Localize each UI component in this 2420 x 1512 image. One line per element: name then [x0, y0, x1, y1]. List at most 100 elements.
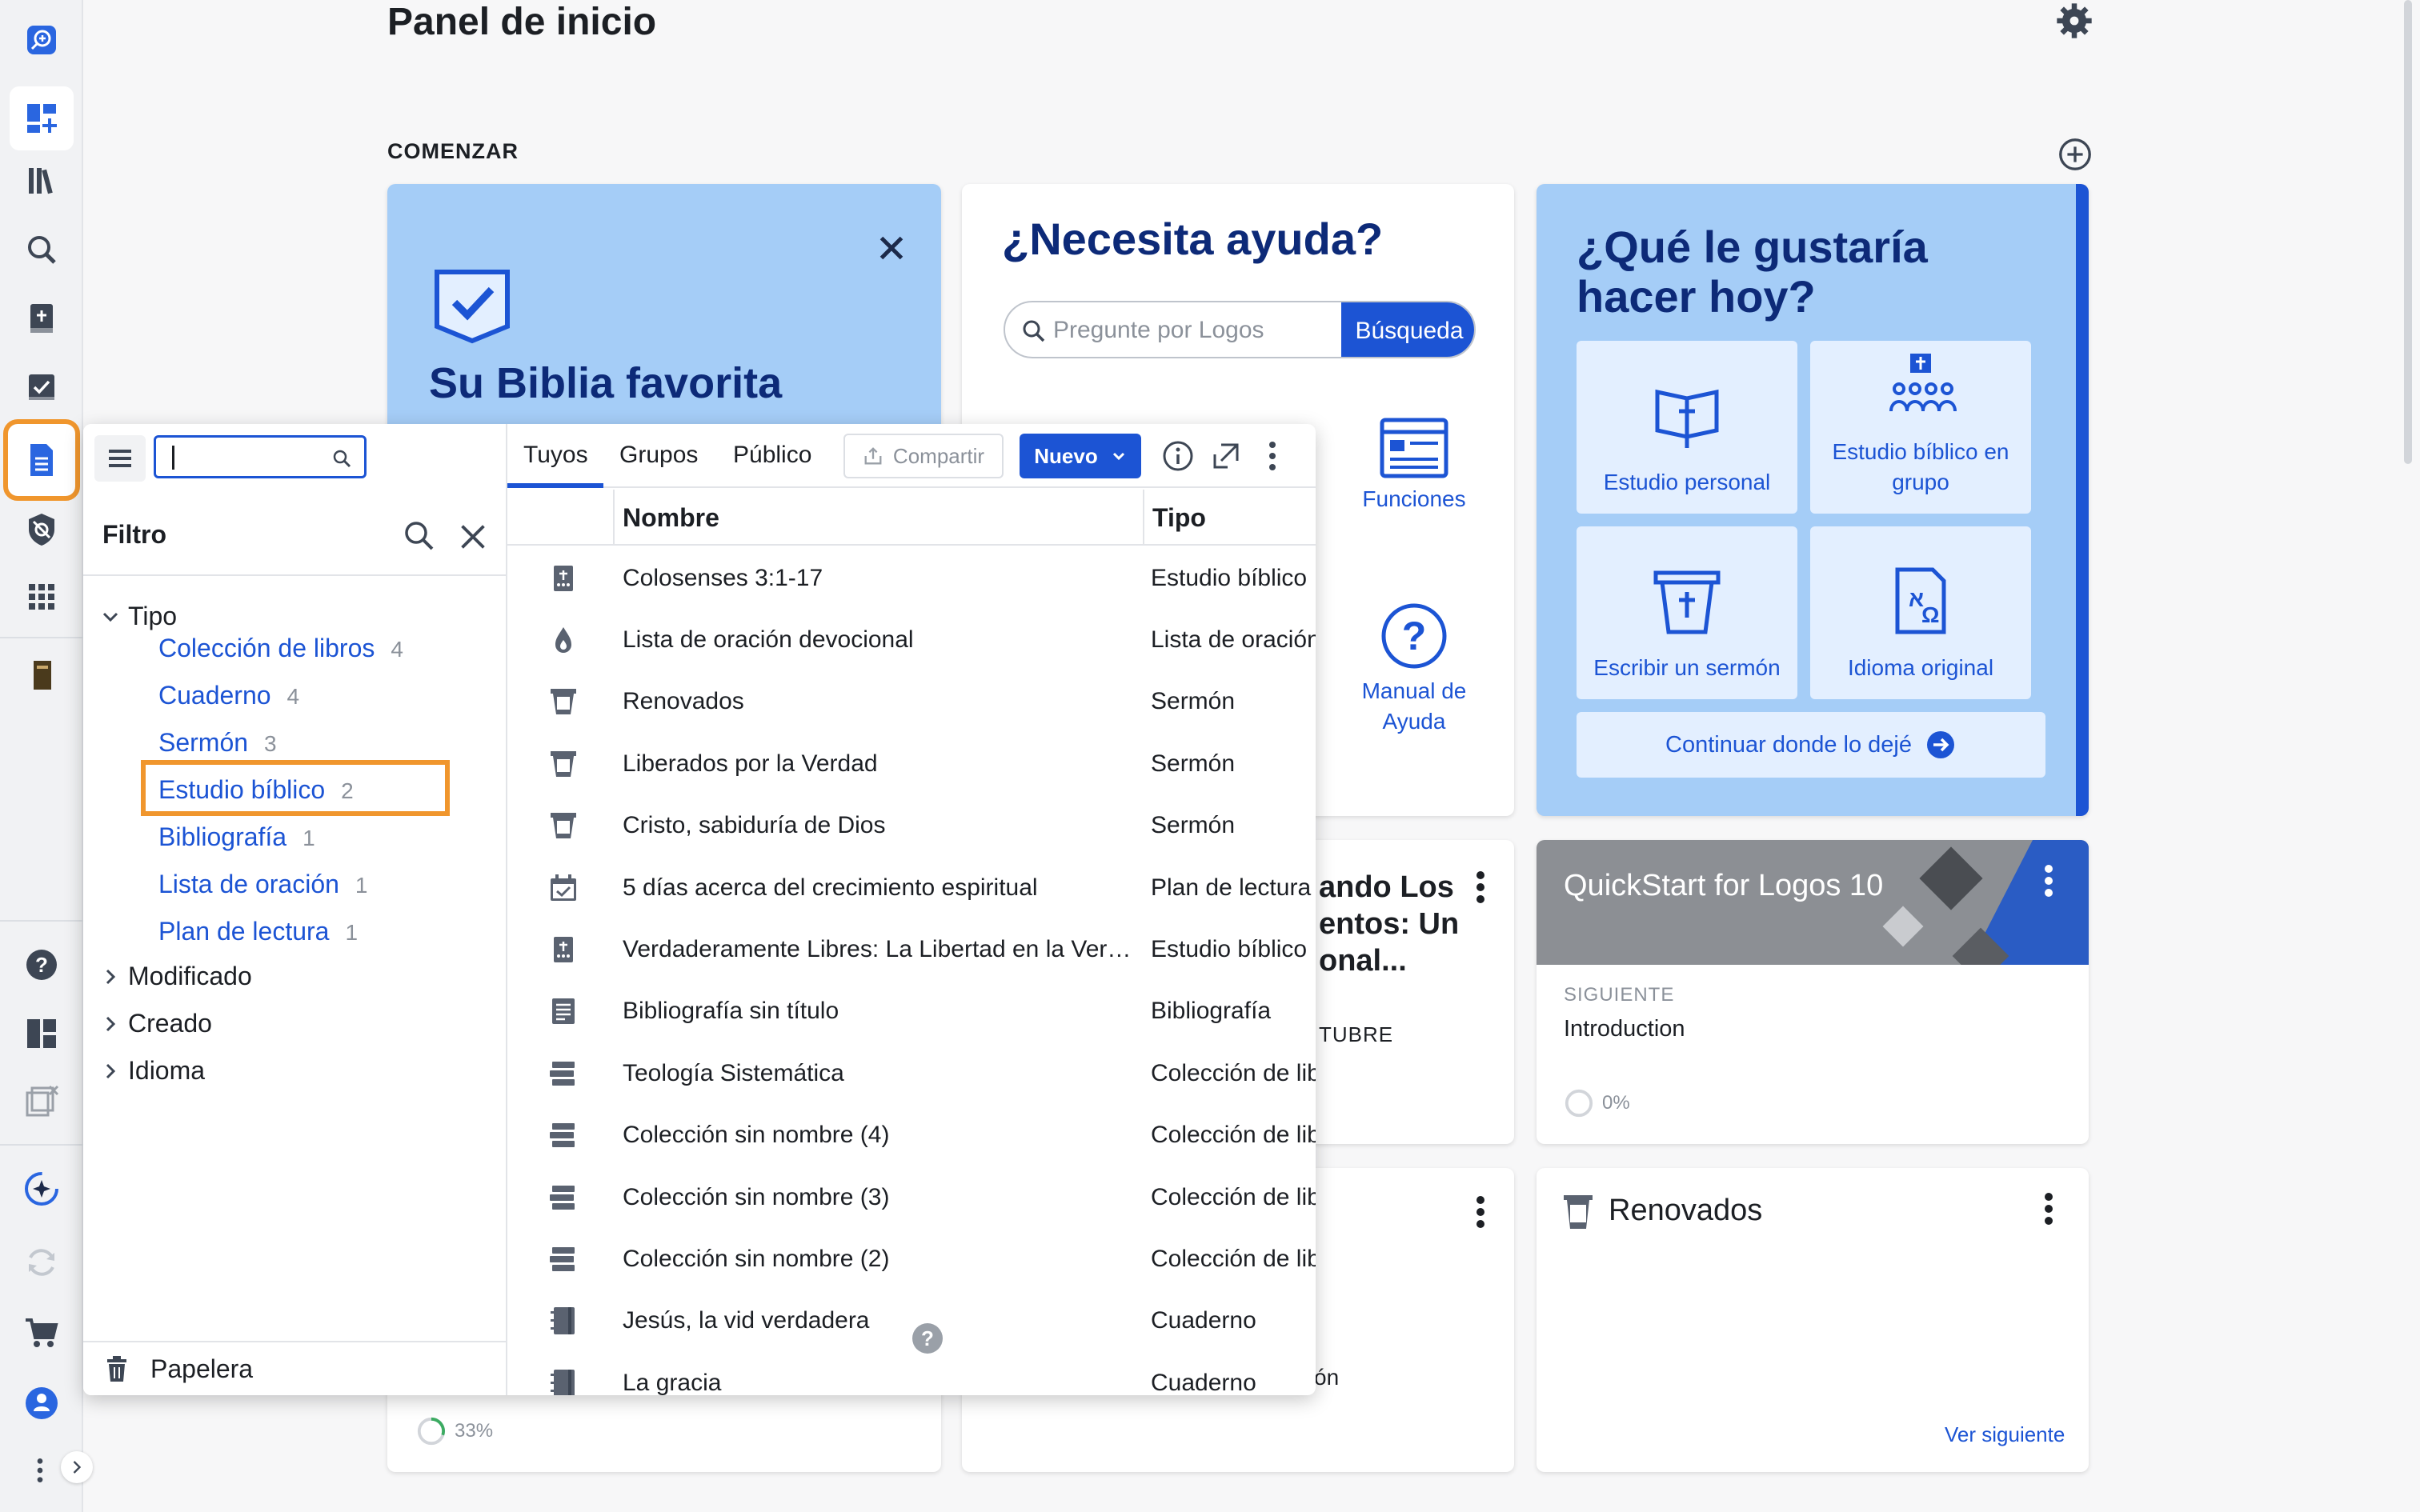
- gear-icon[interactable]: [2053, 0, 2095, 42]
- tile-label: Estudio bíblico en grupo: [1832, 439, 2009, 494]
- group-study-icon: [1889, 354, 1957, 412]
- close-icon[interactable]: [867, 224, 916, 272]
- row-type: Estudio bíblico: [1151, 564, 1308, 591]
- table-row[interactable]: Colección sin nombre (3) Colección de lib: [507, 1166, 1316, 1228]
- tree-group-modificado[interactable]: Modificado: [98, 962, 252, 991]
- bible-add-icon[interactable]: [18, 294, 66, 342]
- progress-indicator: 33%: [416, 1416, 493, 1446]
- row-type: Bibliografía: [1151, 998, 1272, 1025]
- info-icon[interactable]: [1159, 437, 1197, 475]
- dashboard-icon[interactable]: [10, 86, 74, 150]
- table-row[interactable]: Lista de oración devocional Lista de orac…: [507, 609, 1316, 670]
- filter-type-item[interactable]: Sermón 3: [158, 728, 277, 758]
- sync-icon[interactable]: [18, 1238, 66, 1286]
- table-row[interactable]: Jesús, la vid verdadera Cuaderno: [507, 1290, 1316, 1352]
- search-icon[interactable]: [18, 226, 66, 274]
- table-row[interactable]: Teología Sistemática Colección de lib: [507, 1042, 1316, 1104]
- tab-tuyos[interactable]: Tuyos: [523, 442, 588, 469]
- share-button[interactable]: Compartir: [843, 434, 1004, 478]
- filter-type-item[interactable]: Cuaderno 4: [158, 681, 299, 710]
- table-row[interactable]: Colección sin nombre (4) Colección de lib: [507, 1105, 1316, 1166]
- trash-label: Papelera: [150, 1354, 254, 1383]
- collection-icon: [547, 1243, 579, 1275]
- quickstart-card[interactable]: QuickStart for Logos 10 SIGUIENTE Introd…: [1537, 840, 2089, 1144]
- table-row[interactable]: 5 días acerca del crecimiento espiritual…: [507, 857, 1316, 918]
- features-link[interactable]: Funciones: [1338, 416, 1490, 514]
- tree-group-label: Tipo: [128, 602, 178, 630]
- search-icon: [332, 449, 351, 468]
- documents-search-input[interactable]: [154, 435, 367, 478]
- row-type: Cuaderno: [1151, 1369, 1256, 1395]
- see-next-link[interactable]: Ver siguiente: [1945, 1422, 2065, 1447]
- documents-toolbar: Tuyos Grupos Público Compartir Nuevo: [507, 424, 1316, 488]
- book-icon[interactable]: [18, 651, 66, 699]
- more-icon[interactable]: [1260, 437, 1285, 475]
- sermon-icon: [547, 748, 579, 780]
- user-icon[interactable]: [18, 1379, 66, 1427]
- filter-type-item[interactable]: Lista de oración 1: [158, 870, 368, 899]
- tree-group-tipo[interactable]: Tipo: [98, 602, 177, 631]
- tab-grupos[interactable]: Grupos: [619, 442, 698, 469]
- apps-grid-icon[interactable]: [18, 573, 66, 621]
- row-type: Sermón: [1151, 750, 1236, 777]
- table-row[interactable]: Colección sin nombre (2) Colección de lib: [507, 1228, 1316, 1290]
- table-row[interactable]: Cristo, sabiduría de Dios Sermón: [507, 795, 1316, 857]
- search-books-icon[interactable]: [18, 16, 66, 64]
- new-button[interactable]: Nuevo: [1020, 434, 1141, 478]
- help-icon[interactable]: ?: [18, 941, 66, 989]
- page-scrollbar[interactable]: [2404, 0, 2412, 464]
- new-label: Nuevo: [1034, 443, 1098, 468]
- personal-study-tile[interactable]: Estudio personal: [1577, 341, 1797, 514]
- question-bubble-icon[interactable]: ?: [912, 1323, 943, 1354]
- close-icon[interactable]: [455, 518, 491, 555]
- more-icon[interactable]: [1464, 867, 1496, 907]
- tree-group-creado[interactable]: Creado: [98, 1009, 212, 1038]
- tab-publico[interactable]: Público: [733, 442, 811, 469]
- filter-pane: Filtro Tipo Colección de libros 4 Cuadern…: [83, 424, 507, 1395]
- filter-type-count: 1: [355, 873, 368, 898]
- help-search-button[interactable]: Búsqueda: [1341, 302, 1474, 357]
- table-row[interactable]: La gracia Cuaderno: [507, 1352, 1316, 1395]
- library-icon[interactable]: [18, 157, 66, 205]
- filter-type-item[interactable]: Plan de lectura 1: [158, 917, 358, 946]
- expand-icon[interactable]: [61, 1451, 93, 1483]
- original-language-tile[interactable]: אΩ Idioma original: [1810, 526, 2031, 699]
- documents-icon[interactable]: [3, 419, 80, 501]
- table-row[interactable]: Liberados por la Verdad Sermón: [507, 733, 1316, 794]
- help-search-box: Pregunte por Logos Búsqueda: [1004, 301, 1476, 358]
- clipboard-close-icon[interactable]: [18, 1077, 66, 1125]
- more-icon[interactable]: [1464, 1192, 1496, 1232]
- more-icon[interactable]: [24, 1446, 56, 1494]
- column-header-type[interactable]: Tipo: [1144, 490, 1316, 546]
- shield-icon[interactable]: [18, 506, 66, 554]
- popout-icon[interactable]: [1207, 437, 1245, 475]
- write-sermon-tile[interactable]: Escribir un sermón: [1577, 526, 1797, 699]
- help-manual-link[interactable]: ? Manual de Ayuda: [1338, 600, 1490, 737]
- renovados-card[interactable]: Renovados Ver siguiente: [1537, 1168, 2089, 1472]
- group-study-tile[interactable]: Estudio bíblico en grupo: [1810, 341, 2031, 514]
- continue-button[interactable]: Continuar donde lo dejé: [1577, 712, 2045, 778]
- help-search-input[interactable]: Pregunte por Logos: [1053, 317, 1264, 344]
- row-name: Bibliografía sin título: [623, 998, 839, 1025]
- trash-item[interactable]: Papelera: [83, 1341, 507, 1395]
- table-row[interactable]: Verdaderamente Libres: La Libertad en la…: [507, 918, 1316, 980]
- search-icon[interactable]: [400, 517, 439, 555]
- table-row[interactable]: Renovados Sermón: [507, 671, 1316, 733]
- documents-panel: Filtro Tipo Colección de libros 4 Cuadern…: [83, 424, 1316, 1395]
- more-icon[interactable]: [2033, 861, 2065, 901]
- table-row[interactable]: Bibliografía sin título Bibliografía: [507, 981, 1316, 1042]
- menu-button[interactable]: [94, 435, 146, 482]
- ai-sparkle-icon[interactable]: [18, 1165, 66, 1213]
- add-circle-icon[interactable]: [2057, 136, 2093, 173]
- filter-type-item[interactable]: Colección de libros 4: [158, 634, 403, 663]
- column-header-name[interactable]: Nombre: [615, 490, 1135, 546]
- layout-icon[interactable]: [18, 1010, 66, 1058]
- quickstart-banner: QuickStart for Logos 10: [1537, 840, 2089, 965]
- table-row[interactable]: Colosenses 3:1-17 Estudio bíblico: [507, 547, 1316, 609]
- bible-study-icon: [547, 934, 579, 966]
- filter-type-item[interactable]: Bibliografía 1: [158, 822, 315, 852]
- cart-icon[interactable]: [18, 1309, 66, 1357]
- more-icon[interactable]: [2033, 1189, 2065, 1229]
- tree-group-idioma[interactable]: Idioma: [98, 1056, 205, 1086]
- checklist-icon[interactable]: [18, 363, 66, 411]
